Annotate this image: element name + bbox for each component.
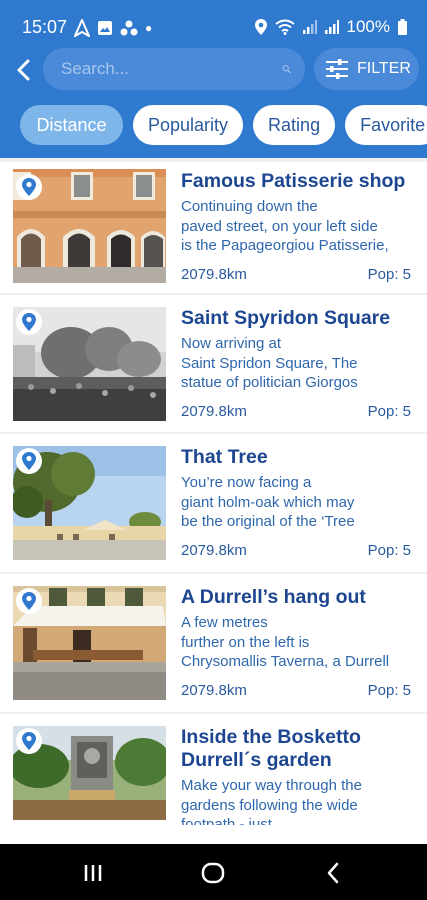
place-title: A Durrell’s hang out [181, 586, 366, 608]
map-pin-icon [16, 448, 42, 474]
sliders-icon [326, 59, 348, 79]
app-header: 15:07 ● 100% FILTER Distance Popularity … [0, 0, 427, 158]
battery-icon [398, 19, 407, 35]
map-pin-icon [16, 728, 42, 754]
place-distance: 2079.8km [181, 403, 247, 420]
sort-tabs: Distance Popularity Rating Favorite [20, 105, 427, 145]
place-title: That Tree [181, 446, 268, 468]
place-popularity: Pop: 5 [367, 542, 411, 559]
back-nav-button[interactable] [318, 860, 348, 886]
place-card[interactable]: A Durrell’s hang out A few metres furthe… [0, 574, 427, 712]
place-distance: 2079.8km [181, 682, 247, 699]
place-description: Now arriving at Saint Spridon Square, Th… [181, 335, 358, 391]
signal-icon [302, 20, 317, 34]
filter-button[interactable]: FILTER [314, 48, 419, 90]
signal-2-icon [324, 20, 339, 34]
system-nav-bar [0, 844, 427, 900]
home-button[interactable] [198, 860, 228, 886]
place-description: You’re now facing a giant holm-oak which… [181, 474, 355, 530]
back-button[interactable] [10, 56, 36, 84]
dots-icon [120, 20, 138, 35]
wifi-icon [274, 19, 295, 35]
place-description: Continuing down the paved street, on you… [181, 198, 389, 254]
recents-icon [84, 865, 102, 881]
filter-label: FILTER [357, 60, 411, 77]
place-title: Saint Spyridon Square [181, 307, 391, 329]
back-nav-icon [327, 862, 339, 884]
map-pin-icon [16, 309, 42, 335]
tab-popularity[interactable]: Popularity [133, 105, 244, 145]
place-distance: 2079.8km [181, 266, 247, 283]
place-description: Make your way through the gardens follow… [181, 777, 362, 825]
location-icon [254, 19, 267, 35]
status-bar: 15:07 ● 100% [0, 0, 427, 42]
home-icon [201, 862, 225, 884]
places-list: Famous Patisserie shop Continuing down t… [0, 158, 427, 844]
tab-favorite[interactable]: Favorite [345, 105, 427, 145]
place-popularity: Pop: 5 [367, 266, 411, 283]
place-popularity: Pop: 5 [367, 403, 411, 420]
map-pin-icon [16, 588, 42, 614]
image-icon [98, 20, 113, 35]
place-title: Famous Patisserie shop [181, 170, 406, 192]
status-time: 15:07 [22, 17, 68, 37]
place-title: Inside the Bosketto Durrell´s garden [181, 726, 361, 771]
recents-button[interactable] [78, 860, 108, 886]
place-distance: 2079.8km [181, 542, 247, 559]
back-arrow-icon [17, 59, 30, 81]
place-card[interactable]: Saint Spyridon Square Now arriving at Sa… [0, 295, 427, 432]
map-pin-icon [16, 174, 42, 200]
place-card[interactable]: Famous Patisserie shop Continuing down t… [0, 162, 427, 293]
place-card[interactable]: Inside the Bosketto Durrell´s garden Mak… [0, 714, 427, 844]
notification-dot-icon: ● [145, 20, 153, 35]
place-description: A few metres further on the left is Chry… [181, 614, 390, 670]
battery-level: 100% [346, 17, 390, 36]
search-icon[interactable] [282, 58, 291, 80]
tab-rating[interactable]: Rating [253, 105, 336, 145]
place-card[interactable]: That Tree You’re now facing a giant holm… [0, 434, 427, 572]
search-input[interactable] [61, 59, 282, 79]
search-bar [43, 48, 305, 90]
nav-arrow-icon [74, 18, 91, 37]
place-popularity: Pop: 5 [367, 682, 411, 699]
tab-distance[interactable]: Distance [20, 105, 123, 145]
